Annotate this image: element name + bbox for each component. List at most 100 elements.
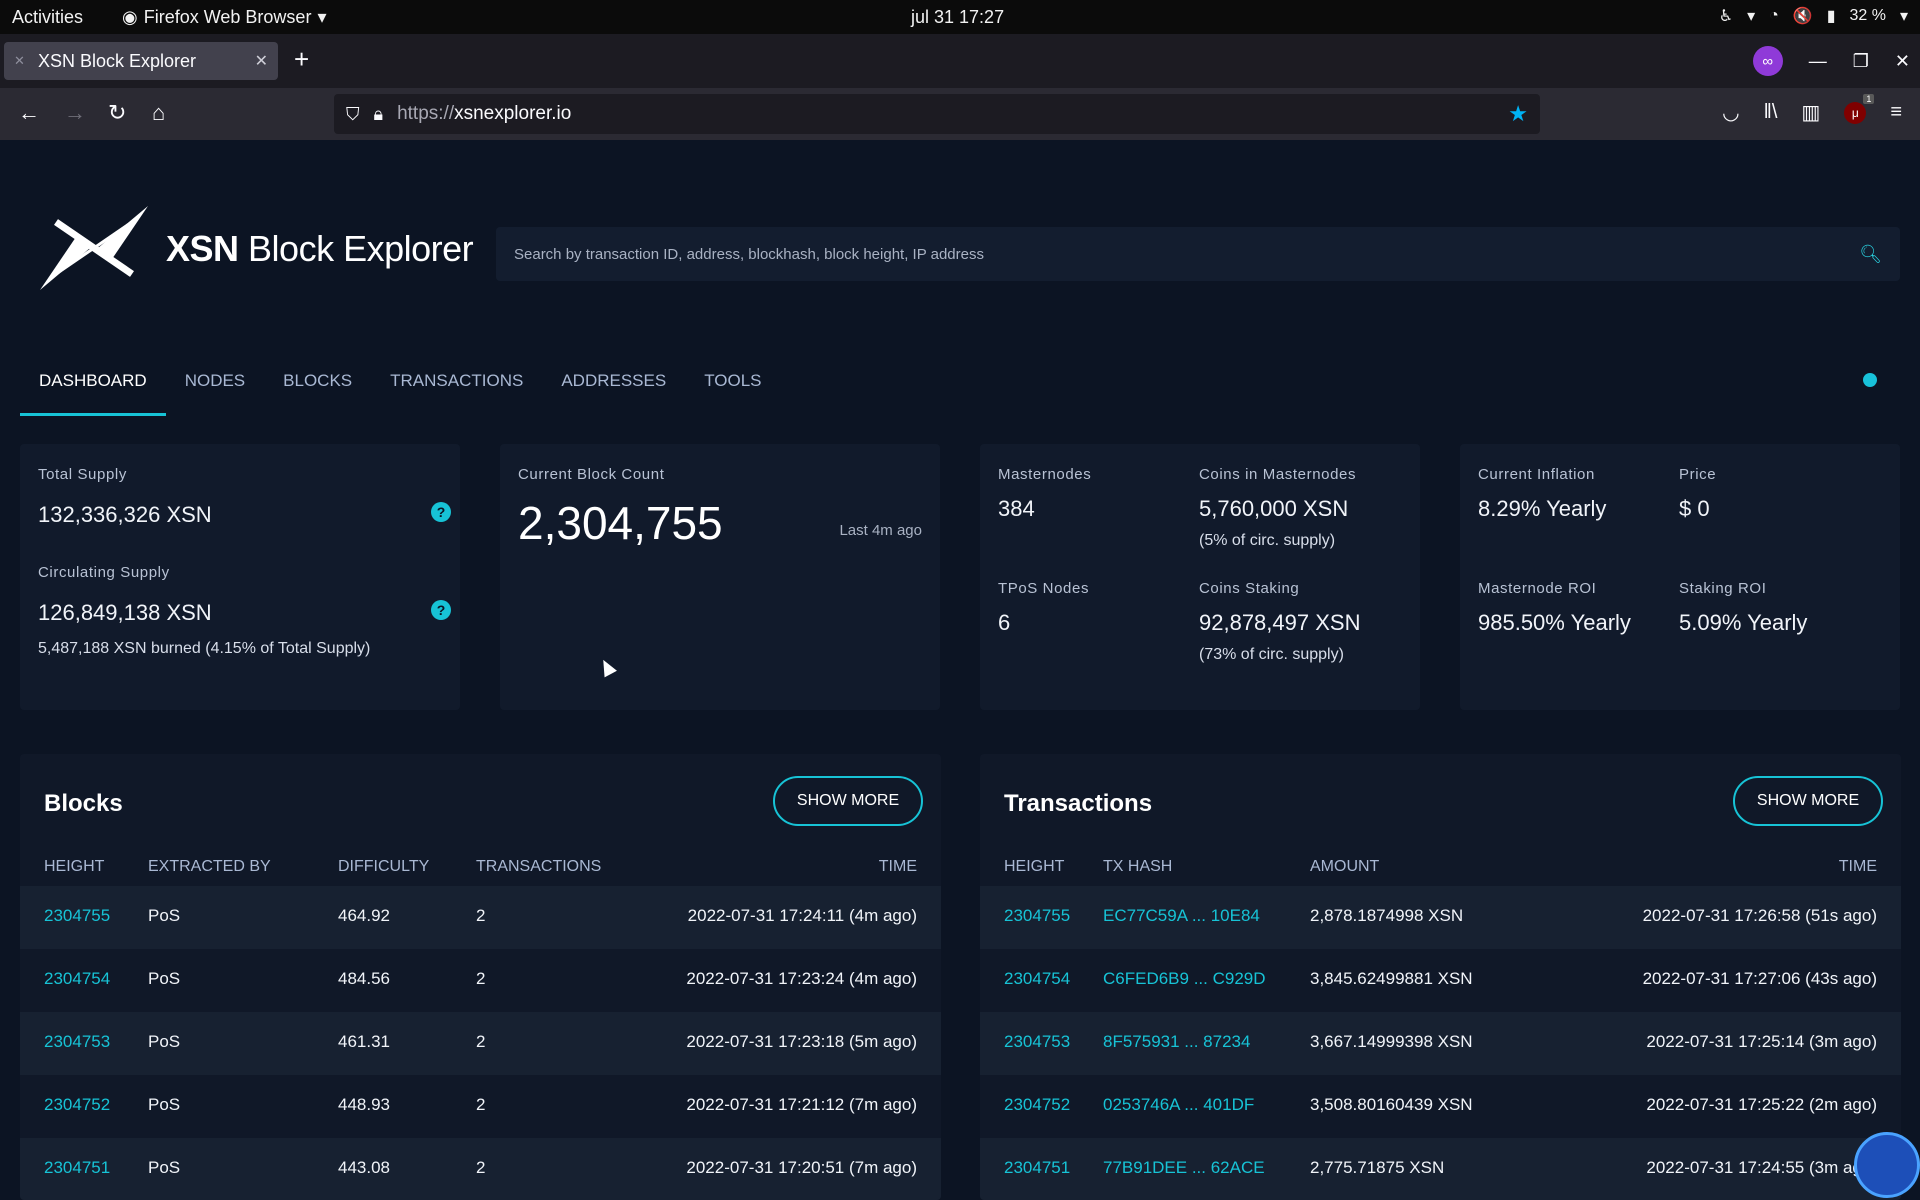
minimize-button[interactable]: —: [1809, 51, 1827, 72]
tx-hash-link[interactable]: 8F575931 ... 87234: [1103, 1032, 1250, 1052]
coins-in-masternodes-value: 5,760,000 XSN: [1199, 496, 1349, 521]
search-input[interactable]: [514, 245, 1860, 263]
pocket-icon[interactable]: ◡: [1722, 100, 1739, 125]
tab-title: XSN Block Explorer: [38, 50, 197, 71]
battery-icon: ▮: [1826, 8, 1836, 25]
site-brand[interactable]: XSN Block Explorer: [166, 228, 474, 270]
tx-hash-link[interactable]: 0253746A ... 401DF: [1103, 1095, 1254, 1115]
transactions-show-more-button[interactable]: SHOW MORE: [1733, 776, 1883, 826]
staking-roi-value: 5.09% Yearly: [1679, 610, 1808, 635]
extracted-by: PoS: [148, 906, 181, 925]
help-icon[interactable]: ?: [431, 502, 451, 522]
xsn-logo[interactable]: [38, 204, 150, 292]
firefox-icon: ◉: [122, 7, 138, 27]
inflation-label: Current Inflation: [1478, 466, 1595, 483]
nav-nodes[interactable]: NODES: [166, 354, 264, 416]
col-height: HEIGHT: [44, 858, 105, 875]
table-row: 2304751 PoS 443.08 2 2022-07-31 17:20:51…: [20, 1138, 941, 1200]
tx-hash-link[interactable]: EC77C59A ... 10E84: [1103, 906, 1260, 926]
extracted-by: PoS: [148, 1158, 181, 1177]
tx-time: 2022-07-31 17:27:06 (43s ago): [1642, 969, 1877, 988]
table-row: 2304753 8F575931 ... 87234 3,667.1499939…: [980, 1012, 1901, 1075]
chevron-down-icon: ▾: [1747, 8, 1756, 25]
blocks-title: Blocks: [44, 790, 123, 817]
lock-icon[interactable]: 🔒︎: [374, 104, 384, 125]
ublock-origin-icon[interactable]: μ1: [1844, 93, 1875, 124]
transactions-title: Transactions: [1004, 790, 1153, 817]
restore-button[interactable]: ❐: [1853, 51, 1869, 72]
nav-tools[interactable]: TOOLS: [685, 354, 780, 416]
app-menu[interactable]: ◉ Firefox Web Browser ▾: [122, 7, 326, 28]
menu-hamburger-icon[interactable]: ≡: [1890, 101, 1902, 124]
tx-time: 2022-07-31 17:26:58 (51s ago): [1642, 906, 1877, 925]
nav-dashboard[interactable]: DASHBOARD: [20, 354, 166, 416]
block-height-link[interactable]: 2304751: [44, 1158, 110, 1178]
library-icon[interactable]: ‖\: [1764, 101, 1778, 124]
block-count-card: Current Block Count 2,304,755 Last 4m ag…: [500, 444, 940, 710]
tracking-protection-shield-icon[interactable]: ⛉: [346, 104, 360, 125]
sidebar-icon[interactable]: ▥: [1801, 100, 1820, 125]
col-difficulty: DIFFICULTY: [338, 858, 430, 875]
difficulty: 443.08: [338, 1158, 390, 1177]
wifi-icon: ◔: [1769, 7, 1779, 24]
economics-card: Current Inflation 8.29% Yearly Price $ 0…: [1460, 444, 1900, 710]
table-row: 2304754 PoS 484.56 2 2022-07-31 17:23:24…: [20, 949, 941, 1012]
close-tab-icon[interactable]: ✕: [255, 51, 268, 71]
block-time: 2022-07-31 17:23:24 (4m ago): [686, 969, 917, 988]
tx-amount: 3,508.80160439 XSN: [1310, 1095, 1473, 1114]
nodes-card: Masternodes 384 Coins in Masternodes 5,7…: [980, 444, 1420, 710]
blocks-show-more-button[interactable]: SHOW MORE: [773, 776, 923, 826]
url-bar[interactable]: ⛉ 🔒︎ https:// xsnexplorer.io ★: [334, 94, 1540, 134]
tx-time: 2022-07-31 17:25:22 (2m ago): [1646, 1095, 1877, 1114]
tx-height-link[interactable]: 2304751: [1004, 1158, 1070, 1178]
masternodes-value: 384: [998, 496, 1035, 521]
back-button[interactable]: ←: [18, 100, 40, 126]
system-tray[interactable]: ♿ ▾ ◔ 🔇 ▮ 32 % ▾: [1719, 6, 1908, 26]
chat-widget-button[interactable]: [1854, 1132, 1920, 1198]
price-label: Price: [1679, 466, 1717, 483]
table-row: 2304751 77B91DEE ... 62ACE 2,775.71875 X…: [980, 1138, 1901, 1200]
main-nav: DASHBOARD NODES BLOCKS TRANSACTIONS ADDR…: [20, 354, 781, 416]
tx-height-link[interactable]: 2304753: [1004, 1032, 1070, 1052]
tx-height-link[interactable]: 2304755: [1004, 906, 1070, 926]
circulating-supply-label: Circulating Supply: [38, 564, 170, 581]
block-height-link[interactable]: 2304754: [44, 969, 110, 989]
block-height-link[interactable]: 2304752: [44, 1095, 110, 1115]
activities-button[interactable]: Activities: [12, 7, 83, 28]
new-tab-button[interactable]: +: [294, 46, 309, 72]
tx-count: 2: [476, 1095, 486, 1114]
forward-button[interactable]: →: [64, 100, 86, 126]
nav-blocks[interactable]: BLOCKS: [264, 354, 371, 416]
coins-in-masternodes-label: Coins in Masternodes: [1199, 466, 1357, 483]
clock[interactable]: jul 31 17:27: [911, 7, 1004, 28]
chevron-down-icon: ▾: [317, 7, 327, 27]
nav-addresses[interactable]: ADDRESSES: [542, 354, 685, 416]
tx-hash-link[interactable]: C6FED6B9 ... C929D: [1103, 969, 1266, 989]
transactions-table-header: HEIGHT TX HASH AMOUNT TIME: [980, 842, 1901, 888]
tx-height-link[interactable]: 2304752: [1004, 1095, 1070, 1115]
block-count-label: Current Block Count: [518, 466, 665, 483]
search-icon[interactable]: 🔍︎: [1859, 244, 1882, 265]
difficulty: 461.31: [338, 1032, 390, 1051]
ublock-count: 1: [1863, 93, 1875, 104]
home-button[interactable]: ⌂: [152, 100, 165, 126]
col-transactions: TRANSACTIONS: [476, 858, 602, 875]
accessibility-icon[interactable]: ♿: [1719, 6, 1733, 26]
masternodes-label: Masternodes: [998, 466, 1092, 483]
col-time: TIME: [878, 858, 917, 875]
block-height-link[interactable]: 2304755: [44, 906, 110, 926]
browser-tab-strip: ✕ XSN Block Explorer ✕ + ∞ — ❐ ✕: [0, 34, 1920, 88]
url-host: xsnexplorer.io: [454, 103, 572, 124]
block-height-link[interactable]: 2304753: [44, 1032, 110, 1052]
table-row: 2304754 C6FED6B9 ... C929D 3,845.6249988…: [980, 949, 1901, 1012]
nav-transactions[interactable]: TRANSACTIONS: [371, 354, 542, 416]
bookmark-star-icon[interactable]: ★: [1508, 101, 1528, 127]
burned-note: 5,487,188 XSN burned (4.15% of Total Sup…: [38, 640, 371, 657]
tx-height-link[interactable]: 2304754: [1004, 969, 1070, 989]
reload-button[interactable]: ↻: [108, 100, 126, 126]
tx-hash-link[interactable]: 77B91DEE ... 62ACE: [1103, 1158, 1265, 1178]
browser-tab[interactable]: ✕ XSN Block Explorer ✕: [4, 42, 278, 80]
close-window-button[interactable]: ✕: [1895, 51, 1910, 72]
browser-toolbar: ← → ↻ ⌂ ⛉ 🔒︎ https:// xsnexplorer.io ★ ◡…: [0, 88, 1920, 140]
help-icon[interactable]: ?: [431, 600, 451, 620]
